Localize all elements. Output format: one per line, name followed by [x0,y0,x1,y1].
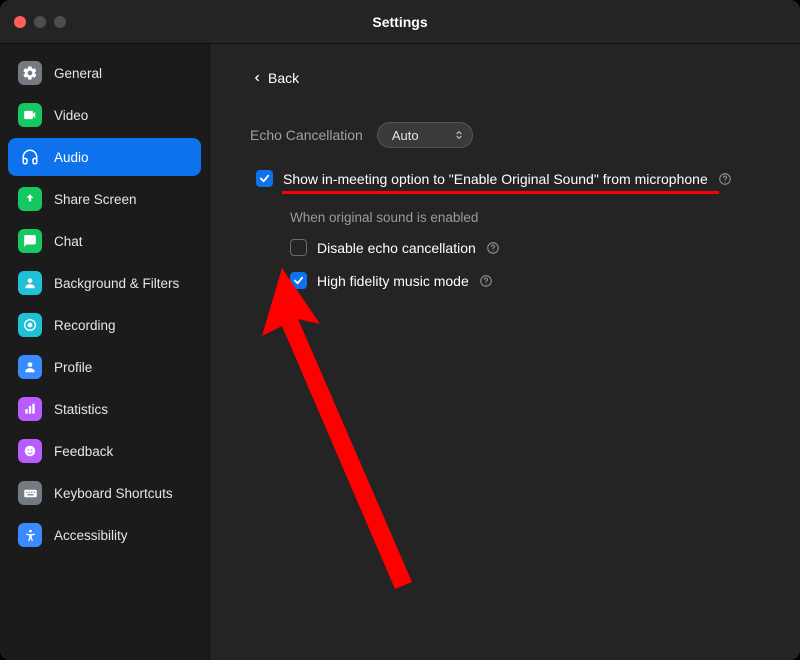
annotation-underline [282,191,719,194]
echo-cancellation-value: Auto [392,128,419,143]
settings-window: Settings General Video Audio [0,0,800,660]
sidebar-item-video[interactable]: Video [8,96,201,134]
high-fidelity-row: High fidelity music mode [290,272,800,289]
titlebar: Settings [0,0,800,44]
sidebar-item-label: Chat [54,234,83,249]
sidebar-item-profile[interactable]: Profile [8,348,201,386]
sidebar-item-accessibility[interactable]: Accessibility [8,516,201,554]
info-icon[interactable] [718,171,733,186]
background-filters-icon [18,271,42,295]
window-controls [14,16,66,28]
content-pane: Back Echo Cancellation Auto Show in-meet… [210,44,800,660]
sidebar-item-label: Keyboard Shortcuts [54,486,173,501]
echo-cancellation-label: Echo Cancellation [250,127,363,143]
sidebar-item-background-filters[interactable]: Background & Filters [8,264,201,302]
chevron-updown-icon [454,128,464,142]
sidebar-item-label: Recording [54,318,116,333]
high-fidelity-label: High fidelity music mode [317,273,469,289]
headphones-icon [18,145,42,169]
sidebar-item-label: Accessibility [54,528,128,543]
disable-echo-label: Disable echo cancellation [317,240,476,256]
maximize-window-button[interactable] [54,16,66,28]
show-original-sound-label: Show in-meeting option to "Enable Origin… [283,171,708,187]
annotation-arrow [254,266,444,601]
info-icon[interactable] [486,240,501,255]
sidebar-item-label: Statistics [54,402,108,417]
sidebar-item-label: General [54,66,102,81]
chat-icon [18,229,42,253]
sidebar-item-share-screen[interactable]: Share Screen [8,180,201,218]
original-sound-subheading: When original sound is enabled [290,210,800,225]
accessibility-icon [18,523,42,547]
info-icon[interactable] [479,273,494,288]
sidebar-item-chat[interactable]: Chat [8,222,201,260]
minimize-window-button[interactable] [34,16,46,28]
sidebar-item-label: Video [54,108,88,123]
profile-icon [18,355,42,379]
back-button[interactable]: Back [250,66,301,90]
echo-cancellation-row: Echo Cancellation Auto [250,122,800,148]
original-sound-block: Show in-meeting option to "Enable Origin… [250,170,800,289]
video-icon [18,103,42,127]
sidebar-item-audio[interactable]: Audio [8,138,201,176]
disable-echo-checkbox[interactable] [290,239,307,256]
sidebar: General Video Audio Share Screen [0,44,210,660]
sidebar-item-label: Feedback [54,444,113,459]
sidebar-item-label: Share Screen [54,192,137,207]
sidebar-item-feedback[interactable]: Feedback [8,432,201,470]
high-fidelity-checkbox[interactable] [290,272,307,289]
disable-echo-row: Disable echo cancellation [290,239,800,256]
window-body: General Video Audio Share Screen [0,44,800,660]
sidebar-item-keyboard-shortcuts[interactable]: Keyboard Shortcuts [8,474,201,512]
sidebar-item-recording[interactable]: Recording [8,306,201,344]
show-original-sound-row: Show in-meeting option to "Enable Origin… [256,170,800,187]
sidebar-item-label: Background & Filters [54,276,179,291]
close-window-button[interactable] [14,16,26,28]
window-title: Settings [0,14,800,30]
sidebar-item-label: Audio [54,150,89,165]
show-original-sound-checkbox[interactable] [256,170,273,187]
back-label: Back [268,70,299,86]
echo-cancellation-select[interactable]: Auto [377,122,473,148]
gear-icon [18,61,42,85]
recording-icon [18,313,42,337]
statistics-icon [18,397,42,421]
share-screen-icon [18,187,42,211]
chevron-left-icon [252,72,262,84]
sidebar-item-label: Profile [54,360,92,375]
feedback-icon [18,439,42,463]
sidebar-item-general[interactable]: General [8,54,201,92]
keyboard-icon [18,481,42,505]
sidebar-item-statistics[interactable]: Statistics [8,390,201,428]
